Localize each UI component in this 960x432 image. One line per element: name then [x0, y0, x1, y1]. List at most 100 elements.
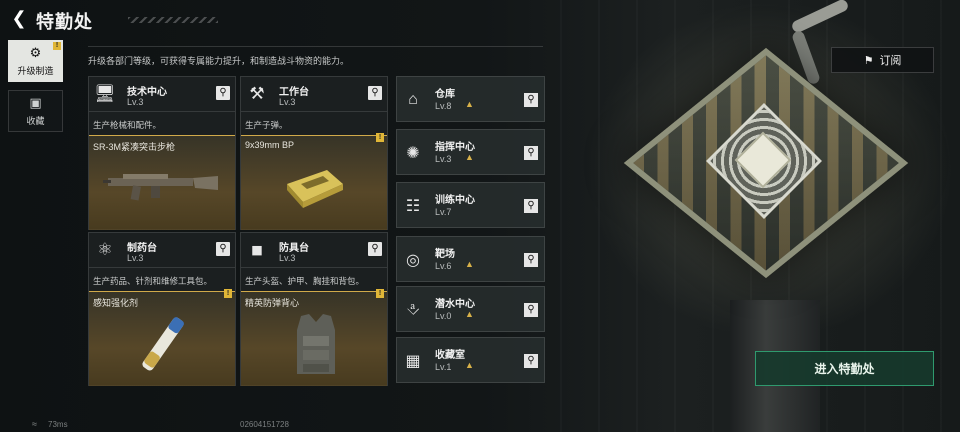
search-icon[interactable]: ⚲	[368, 86, 382, 100]
wifi-icon: ≈	[32, 419, 37, 429]
facility-collection-room[interactable]: ▦ 收藏室 Lv.1 ▲ ⚲	[396, 337, 545, 383]
card-description: 生产头盔、护甲、胸挂和背包。	[245, 276, 365, 286]
search-icon[interactable]: ⚲	[216, 86, 230, 100]
upgrade-arrow-icon: ▲	[465, 309, 474, 319]
facility-level: Lv.8	[435, 101, 452, 111]
search-icon[interactable]: ⚲	[524, 199, 538, 213]
facility-name: 指挥中心	[435, 142, 475, 153]
crafting-item-slot[interactable]: 感知强化剂 !	[89, 289, 235, 386]
card-level: Lv.3	[279, 97, 296, 107]
upgrade-arrow-icon: ▲	[465, 360, 474, 370]
ammo-box-icon	[287, 170, 343, 208]
injector-icon	[142, 317, 184, 371]
card-divider	[241, 267, 387, 268]
search-icon[interactable]: ⚲	[524, 303, 538, 317]
search-icon[interactable]: ⚲	[524, 253, 538, 267]
bell-icon: ⚑	[863, 54, 874, 67]
card-level: Lv.3	[279, 253, 296, 263]
title-decoration	[128, 17, 218, 23]
card-header: ⚛ 制药台 Lv.3 ⚲	[89, 233, 235, 267]
monitor-icon: 🖥	[94, 84, 116, 103]
card-level: Lv.3	[127, 253, 144, 263]
card-divider	[89, 267, 235, 268]
page-title: 特勤处	[36, 12, 93, 32]
notification-badge: !	[53, 42, 61, 50]
header-divider	[88, 46, 543, 47]
item-name: SR-3M紧凑突击步枪	[93, 142, 176, 152]
enter-label: 进入特勤处	[814, 362, 875, 376]
department-card-workbench[interactable]: ⚒ 工作台 Lv.3 ⚲ 生产子弹。 9x39mm BP !	[240, 76, 388, 230]
tab-collection[interactable]: ▣ 收藏	[8, 90, 63, 132]
notification-badge: !	[376, 289, 384, 298]
facility-name: 训练中心	[435, 195, 475, 206]
facility-shooting-range[interactable]: ◎ 靶场 Lv.6 ▲ ⚲	[396, 236, 545, 282]
crafting-item-slot[interactable]: 精英防弹背心 !	[241, 289, 387, 386]
upgrade-arrow-icon: ▲	[465, 152, 474, 162]
item-name: 精英防弹背心	[245, 298, 300, 308]
tab-label: 收藏	[26, 115, 45, 126]
card-level: Lv.3	[127, 97, 144, 107]
rifle-icon	[103, 174, 218, 201]
search-icon[interactable]: ⚲	[368, 242, 382, 256]
facility-level: Lv.1	[435, 362, 452, 372]
card-name: 制药台	[127, 243, 157, 254]
facility-name: 仓库	[435, 89, 455, 100]
item-name: 9x39mm BP	[245, 140, 295, 150]
vault-icon: ▦	[405, 353, 421, 370]
tab-upgrade-craft[interactable]: ⚙ 升级制造 !	[8, 40, 63, 82]
page-description: 升级各部门等级，可获得专属能力提升，和制造战斗物资的能力。	[88, 56, 350, 66]
subscribe-button[interactable]: ⚑ 订阅	[831, 47, 934, 73]
facility-diving-center[interactable]: ⎀ 潜水中心 Lv.0 ▲ ⚲	[396, 286, 545, 332]
upgrade-arrow-icon: ▲	[465, 259, 474, 269]
status-footer: ≈ 73ms 02604151728	[0, 419, 960, 432]
crafting-item-slot[interactable]: SR-3M紧凑突击步枪	[89, 135, 235, 230]
item-name: 感知强化剂	[93, 298, 139, 308]
card-divider	[241, 111, 387, 112]
crafting-item-slot[interactable]: 9x39mm BP !	[241, 133, 387, 230]
card-name: 工作台	[279, 87, 309, 98]
diving-icon: ⎀	[406, 301, 420, 318]
search-icon[interactable]: ⚲	[524, 146, 538, 160]
facility-name: 潜水中心	[435, 299, 475, 310]
card-header: 🖥 技术中心 Lv.3 ⚲	[89, 77, 235, 111]
notification-badge: !	[376, 133, 384, 142]
notification-badge: !	[224, 289, 232, 298]
card-divider	[89, 111, 235, 112]
department-card-pharmacy[interactable]: ⚛ 制药台 Lv.3 ⚲ 生产药品、针剂和维修工具包。 感知强化剂 !	[88, 232, 236, 386]
search-icon[interactable]: ⚲	[524, 93, 538, 107]
dumbbell-icon: ☷	[405, 198, 421, 215]
facility-command-center[interactable]: ✺ 指挥中心 Lv.3 ▲ ⚲	[396, 129, 545, 175]
card-description: 生产枪械和配件。	[93, 120, 162, 130]
facility-name: 收藏室	[435, 350, 465, 361]
subscribe-label: 订阅	[879, 55, 902, 67]
card-header: ⚒ 工作台 Lv.3 ⚲	[241, 77, 387, 111]
armor-icon: ◾	[250, 240, 264, 259]
enter-hq-button[interactable]: 进入特勤处	[755, 351, 934, 386]
back-arrow-icon[interactable]: ❮	[9, 8, 29, 28]
target-icon: ◎	[406, 252, 420, 269]
facility-name: 靶场	[435, 249, 455, 260]
card-header: ◾ 防具台 Lv.3 ⚲	[241, 233, 387, 267]
facility-level: Lv.3	[435, 154, 452, 164]
facility-level: Lv.7	[435, 207, 452, 217]
upgrade-arrow-icon: ▲	[465, 99, 474, 109]
card-name: 技术中心	[127, 87, 167, 98]
facility-level: Lv.0	[435, 311, 452, 321]
department-card-armor-bench[interactable]: ◾ 防具台 Lv.3 ⚲ 生产头盔、护甲、胸挂和背包。 精英防弹背心 !	[240, 232, 388, 386]
card-description: 生产子弹。	[245, 120, 288, 130]
search-icon[interactable]: ⚲	[524, 354, 538, 368]
tab-label: 升级制造	[17, 65, 54, 76]
ping-readout: 73ms	[48, 420, 68, 429]
vest-icon	[297, 314, 335, 374]
facility-warehouse[interactable]: ⌂ 仓库 Lv.8 ▲ ⚲	[396, 76, 545, 122]
department-card-tech-center[interactable]: 🖥 技术中心 Lv.3 ⚲ 生产枪械和配件。 SR-3M紧凑突击步枪	[88, 76, 236, 230]
facility-training-center[interactable]: ☷ 训练中心 Lv.7 ⚲	[396, 182, 545, 228]
tools-icon: ⚒	[249, 84, 265, 103]
collection-icon: ▣	[29, 94, 42, 110]
microscope-icon: ⚛	[97, 240, 113, 259]
warehouse-icon: ⌂	[408, 91, 418, 108]
search-icon[interactable]: ⚲	[216, 242, 230, 256]
card-description: 生产药品、针剂和维修工具包。	[93, 276, 213, 286]
card-name: 防具台	[279, 243, 309, 254]
facility-level: Lv.6	[435, 261, 452, 271]
